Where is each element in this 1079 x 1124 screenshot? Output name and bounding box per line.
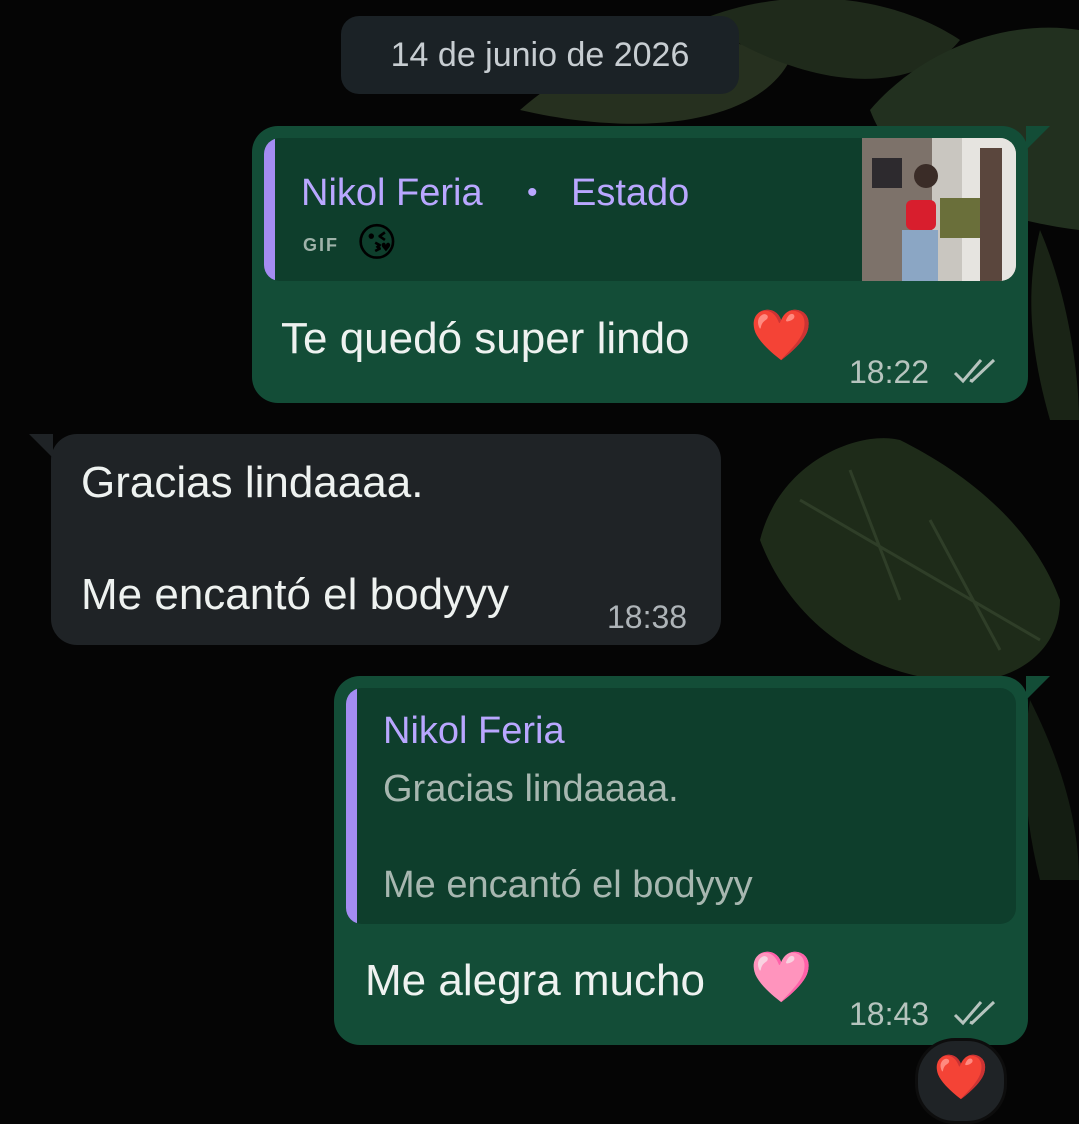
message-text: Me alegra mucho	[365, 956, 705, 1005]
message-time: 18:22	[849, 354, 930, 390]
quote-author: Nikol Feria	[383, 710, 565, 752]
message-time: 18:38	[607, 599, 688, 635]
message-line-1: Gracias lindaaaa.	[81, 458, 424, 507]
quote-author: Nikol Feria	[301, 172, 483, 214]
quote-accent-bar	[264, 138, 275, 281]
double-check-icon	[953, 1000, 996, 1026]
quote-separator: •	[527, 176, 538, 209]
heart-reaction-icon: ❤️	[933, 1052, 989, 1103]
status-photo	[862, 138, 1016, 281]
gif-badge: GIF	[303, 235, 339, 255]
quote-source: Estado	[571, 172, 690, 214]
reaction-badge[interactable]: ❤️	[915, 1038, 1007, 1124]
message-time: 18:43	[849, 996, 930, 1032]
status-thumbnail[interactable]	[862, 138, 1016, 281]
message-line-2: Me encantó el bodyyy	[81, 570, 510, 619]
pink-heart-emoji: 🩷	[750, 948, 813, 1006]
quoted-status[interactable]: Nikol Feria • Estado GIF 😘	[264, 138, 1016, 281]
message-outgoing[interactable]: Nikol Feria Gracias lindaaaa. Me encantó…	[334, 676, 1050, 1045]
message-text: Te quedó super lindo	[281, 314, 690, 363]
date-separator: 14 de junio de 2026	[341, 16, 739, 94]
bubble-tail	[29, 434, 53, 458]
quote-accent-bar	[346, 688, 357, 924]
heart-emoji: ❤️	[750, 306, 813, 364]
message-outgoing[interactable]: Nikol Feria • Estado GIF 😘 Te quedó supe…	[252, 126, 1050, 403]
quoted-message[interactable]: Nikol Feria Gracias lindaaaa. Me encantó…	[346, 688, 1016, 924]
bubble-tail	[1026, 126, 1050, 150]
quote-line-2: Me encantó el bodyyy	[383, 864, 753, 906]
double-check-icon	[953, 358, 996, 384]
quote-line-1: Gracias lindaaaa.	[383, 768, 679, 810]
kiss-emoji: 😘	[356, 220, 398, 266]
message-incoming[interactable]: Gracias lindaaaa. Me encantó el bodyyy 1…	[29, 434, 721, 645]
bubble-tail	[1026, 676, 1050, 700]
